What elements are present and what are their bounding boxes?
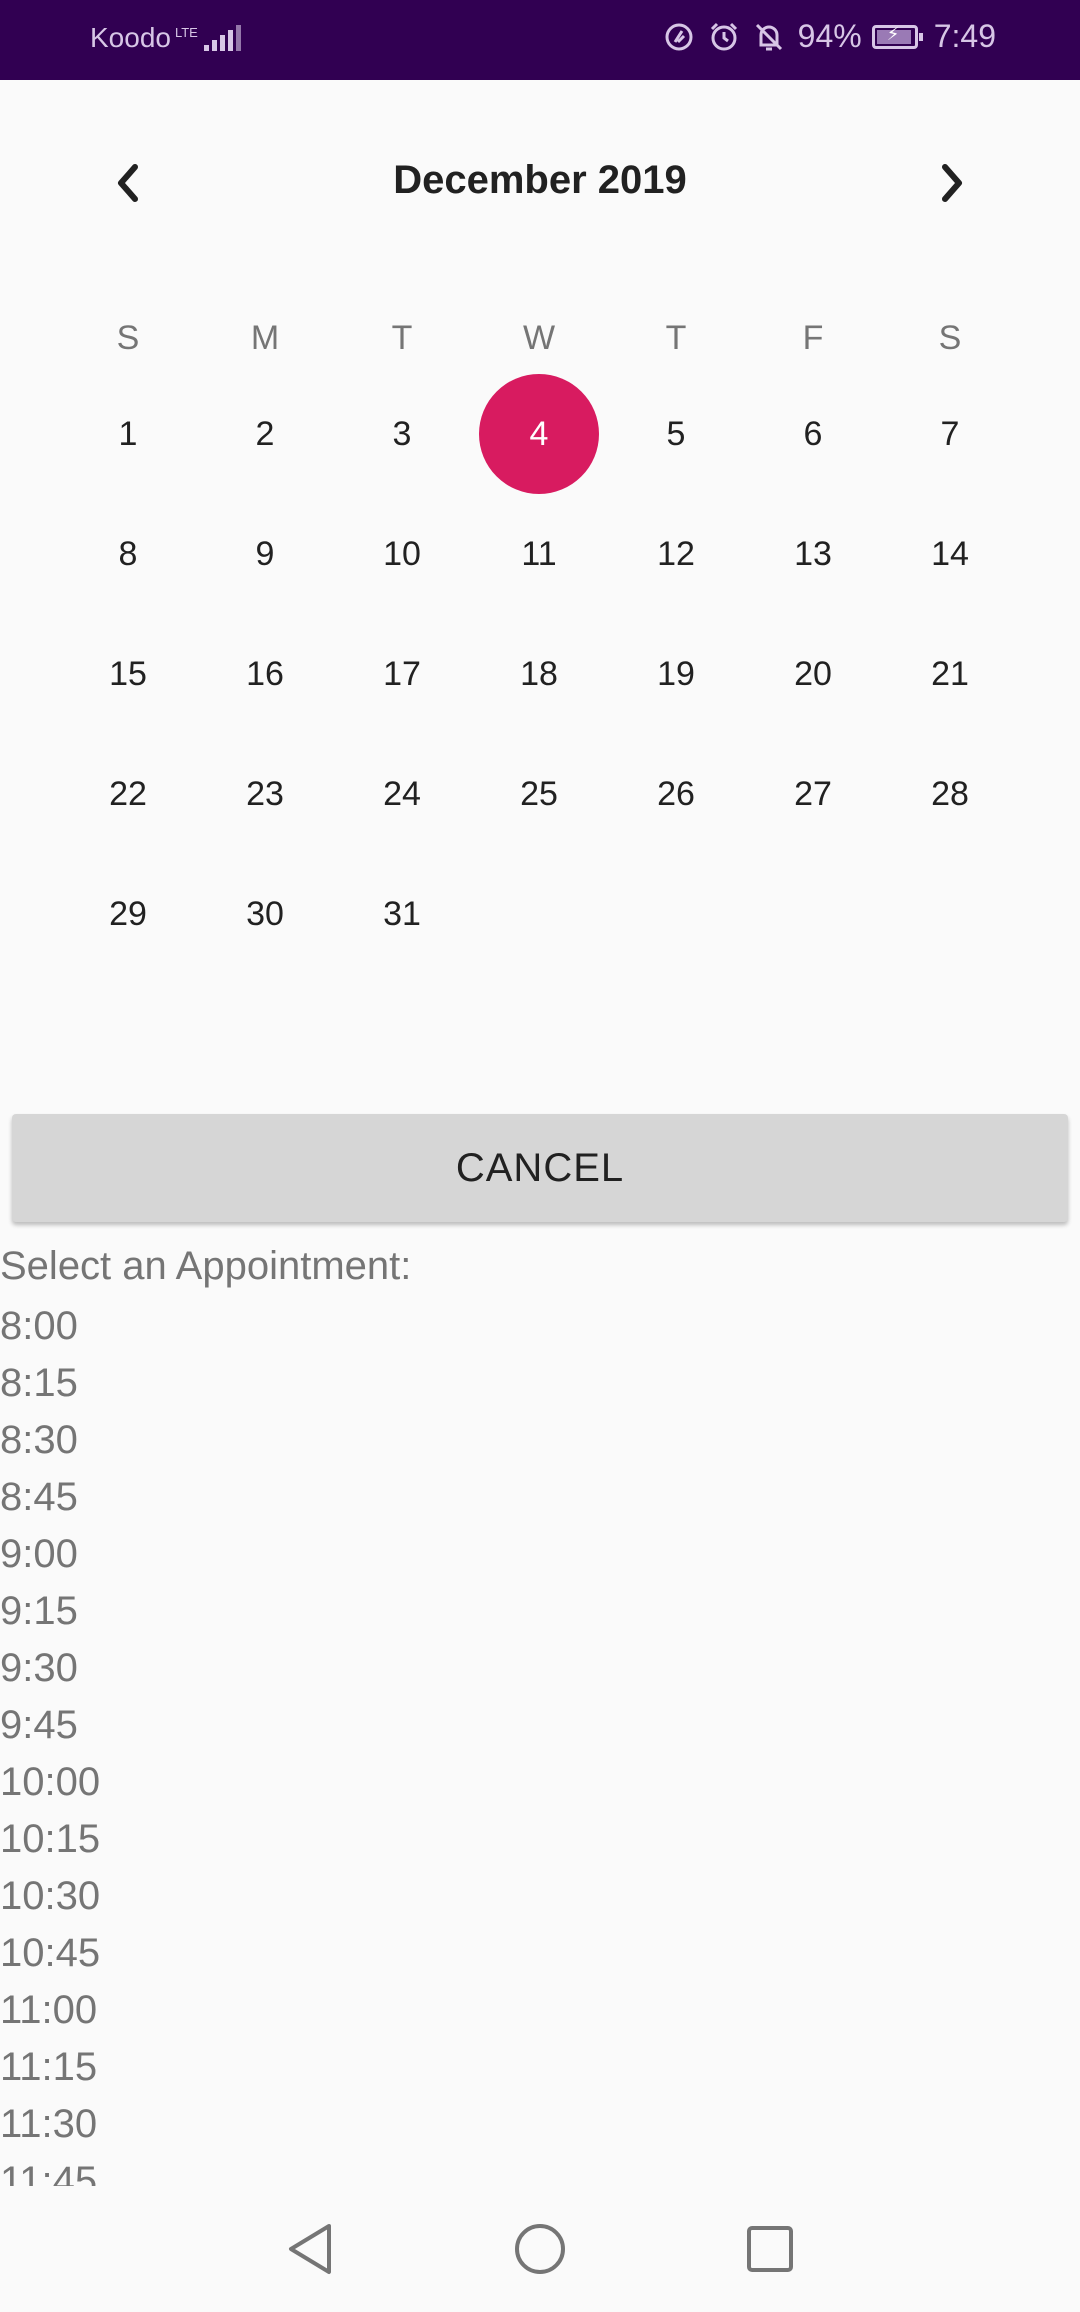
home-circle-icon	[515, 2224, 565, 2274]
calendar-day[interactable]: 12	[616, 514, 736, 594]
calendar-day[interactable]: 28	[890, 754, 1010, 834]
calendar-day[interactable]: 24	[342, 754, 462, 834]
appointment-slot[interactable]: 10:15	[0, 1811, 1080, 1868]
next-month-button[interactable]	[912, 150, 992, 216]
appointment-slot[interactable]: 8:15	[0, 1355, 1080, 1412]
calendar-day[interactable]: 1	[68, 394, 188, 474]
appointment-slot[interactable]: 11:00	[0, 1982, 1080, 2039]
calendar-day[interactable]: 27	[753, 754, 873, 834]
calendar-day[interactable]: 30	[205, 874, 325, 954]
status-bar: Koodo LTE 94% ⚡ 7:49	[0, 0, 1080, 80]
calendar-day[interactable]: 26	[616, 754, 736, 834]
appointment-slot[interactable]: 11:30	[0, 2096, 1080, 2153]
weekday-label: T	[665, 318, 687, 357]
appointment-slot[interactable]: 9:30	[0, 1640, 1080, 1697]
calendar-day[interactable]: 31	[342, 874, 462, 954]
battery-percentage: 94%	[797, 18, 862, 54]
status-icons: 94% ⚡ 7:49	[664, 18, 996, 55]
data-saver-icon	[665, 23, 693, 50]
calendar-day-selected[interactable]: 4	[479, 374, 599, 494]
calendar-day[interactable]: 2	[205, 394, 325, 474]
appointment-slot[interactable]: 8:30	[0, 1412, 1080, 1469]
clock: 7:49	[933, 18, 996, 54]
recents-button[interactable]	[710, 2186, 830, 2312]
home-button[interactable]	[480, 2186, 600, 2312]
appointment-slot[interactable]: 10:30	[0, 1868, 1080, 1925]
appointment-slot[interactable]: 10:45	[0, 1925, 1080, 1982]
weekday-label: S	[938, 318, 962, 357]
calendar-day[interactable]: 10	[342, 514, 462, 594]
calendar-day[interactable]: 19	[616, 634, 736, 714]
calendar-day[interactable]: 17	[342, 634, 462, 714]
appointment-list[interactable]: 8:00 8:15 8:30 8:45 9:00 9:15 9:30 9:45 …	[0, 1298, 1080, 2186]
appointment-slot[interactable]: 9:15	[0, 1583, 1080, 1640]
calendar-day[interactable]: 13	[753, 514, 873, 594]
system-navigation-bar	[0, 2186, 1080, 2312]
chevron-right-icon	[942, 164, 962, 202]
weekday-label: S	[116, 318, 140, 357]
appointment-slot[interactable]: 9:45	[0, 1697, 1080, 1754]
back-button[interactable]	[250, 2186, 370, 2312]
appointment-slot[interactable]: 8:00	[0, 1298, 1080, 1355]
appointment-slot[interactable]: 10:00	[0, 1754, 1080, 1811]
weekday-label: W	[522, 318, 556, 357]
cancel-button[interactable]: CANCEL	[12, 1114, 1068, 1222]
battery-charging-icon: ⚡	[871, 24, 923, 49]
network-type: LTE	[174, 24, 198, 40]
weekday-label: M	[250, 318, 280, 357]
appointment-slot[interactable]: 11:15	[0, 2039, 1080, 2096]
appointment-slot[interactable]: 11:45	[0, 2153, 1080, 2186]
carrier-info: Koodo LTE	[90, 22, 244, 54]
back-triangle-icon	[289, 2224, 331, 2274]
calendar-day[interactable]: 14	[890, 514, 1010, 594]
calendar-day[interactable]: 23	[205, 754, 325, 834]
notifications-off-icon	[755, 23, 782, 50]
recents-square-icon	[747, 2226, 793, 2272]
calendar-day[interactable]: 9	[205, 514, 325, 594]
appointment-slot[interactable]: 9:00	[0, 1526, 1080, 1583]
calendar-day[interactable]: 6	[753, 394, 873, 474]
calendar-day[interactable]: 20	[753, 634, 873, 714]
weekday-label: T	[391, 318, 413, 357]
calendar-day[interactable]: 15	[68, 634, 188, 714]
calendar-day[interactable]: 16	[205, 634, 325, 714]
calendar-day[interactable]: 8	[68, 514, 188, 594]
alarm-icon	[710, 22, 737, 50]
calendar-day[interactable]: 5	[616, 394, 736, 474]
calendar-header: December 2019	[0, 150, 1080, 216]
calendar-day[interactable]: 25	[479, 754, 599, 834]
calendar-day[interactable]: 29	[68, 874, 188, 954]
weekday-label: F	[802, 318, 824, 357]
calendar-day[interactable]: 3	[342, 394, 462, 474]
calendar-day[interactable]: 7	[890, 394, 1010, 474]
calendar-day[interactable]: 21	[890, 634, 1010, 714]
signal-strength-icon	[203, 25, 244, 51]
appointment-slot[interactable]: 8:45	[0, 1469, 1080, 1526]
calendar-day[interactable]: 11	[479, 514, 599, 594]
calendar-day[interactable]: 22	[68, 754, 188, 834]
carrier-name: Koodo	[90, 22, 171, 53]
calendar-day[interactable]: 18	[479, 634, 599, 714]
appointment-list-label: Select an Appointment:	[0, 1244, 412, 1288]
